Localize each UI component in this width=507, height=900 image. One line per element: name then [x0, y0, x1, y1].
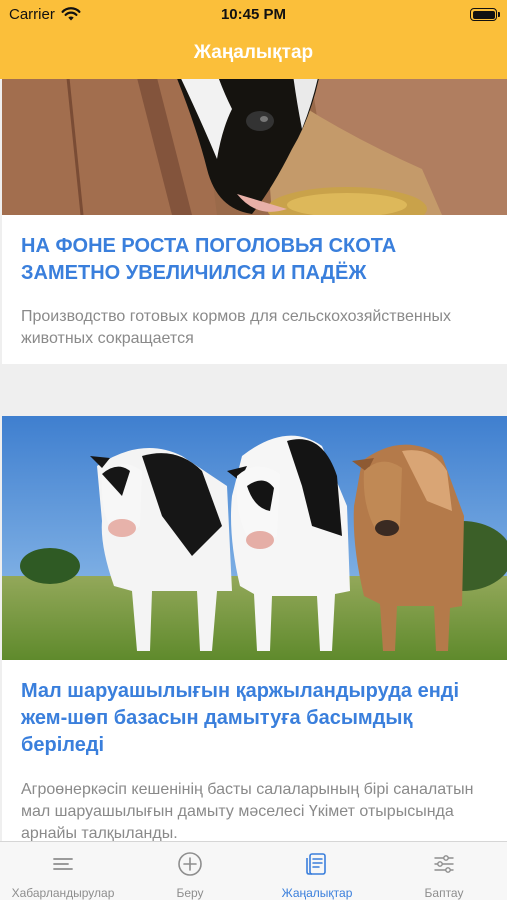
tab-submit[interactable]: Беру: [127, 842, 253, 900]
news-description: Производство готовых кормов для сельскох…: [21, 308, 452, 347]
news-image-calf: [2, 79, 507, 215]
tab-announcements[interactable]: Хабарландырулар: [0, 842, 126, 900]
tab-label: Беру: [176, 886, 204, 900]
news-title[interactable]: НА ФОНЕ РОСТА ПОГОЛОВЬЯ СКОТА ЗАМЕТНО УВ…: [2, 233, 507, 287]
page-title: Жаңалықтар: [193, 42, 314, 63]
sliders-icon: [434, 855, 454, 873]
tab-label: Хабарландырулар: [11, 886, 115, 900]
newspaper-icon: [306, 853, 326, 875]
tab-label: Баптау: [424, 886, 464, 900]
news-card[interactable]: НА ФОНЕ РОСТА ПОГОЛОВЬЯ СКОТА ЗАМЕТНО УВ…: [2, 79, 507, 364]
news-title[interactable]: Мал шаруашылығын қаржыландыруда енді жем…: [2, 678, 507, 759]
news-description: Агроөнеркәсіп кешенінің басты салаларыны…: [21, 781, 474, 841]
clock: 10:45 PM: [220, 6, 287, 23]
tab-label: Жаңалықтар: [281, 886, 353, 900]
list-icon: [53, 858, 73, 870]
tab-settings[interactable]: Баптау: [381, 842, 507, 900]
tab-news[interactable]: Жаңалықтар: [254, 842, 380, 900]
status-bar: Carrier 10:45 PM: [0, 0, 507, 30]
news-feed[interactable]: НА ФОНЕ РОСТА ПОГОЛОВЬЯ СКОТА ЗАМЕТНО УВ…: [0, 79, 507, 841]
news-image-cows: [2, 416, 507, 660]
plus-circle-icon: [178, 852, 202, 876]
news-card[interactable]: Мал шаруашылығын қаржыландыруда енді жем…: [2, 416, 507, 841]
app-header: Carrier 10:45 PM Жаңалықтар: [0, 0, 507, 79]
tab-bar: Хабарландырулар Беру Жаңалықтар Баптау: [0, 841, 507, 900]
battery-icon: [470, 8, 500, 21]
